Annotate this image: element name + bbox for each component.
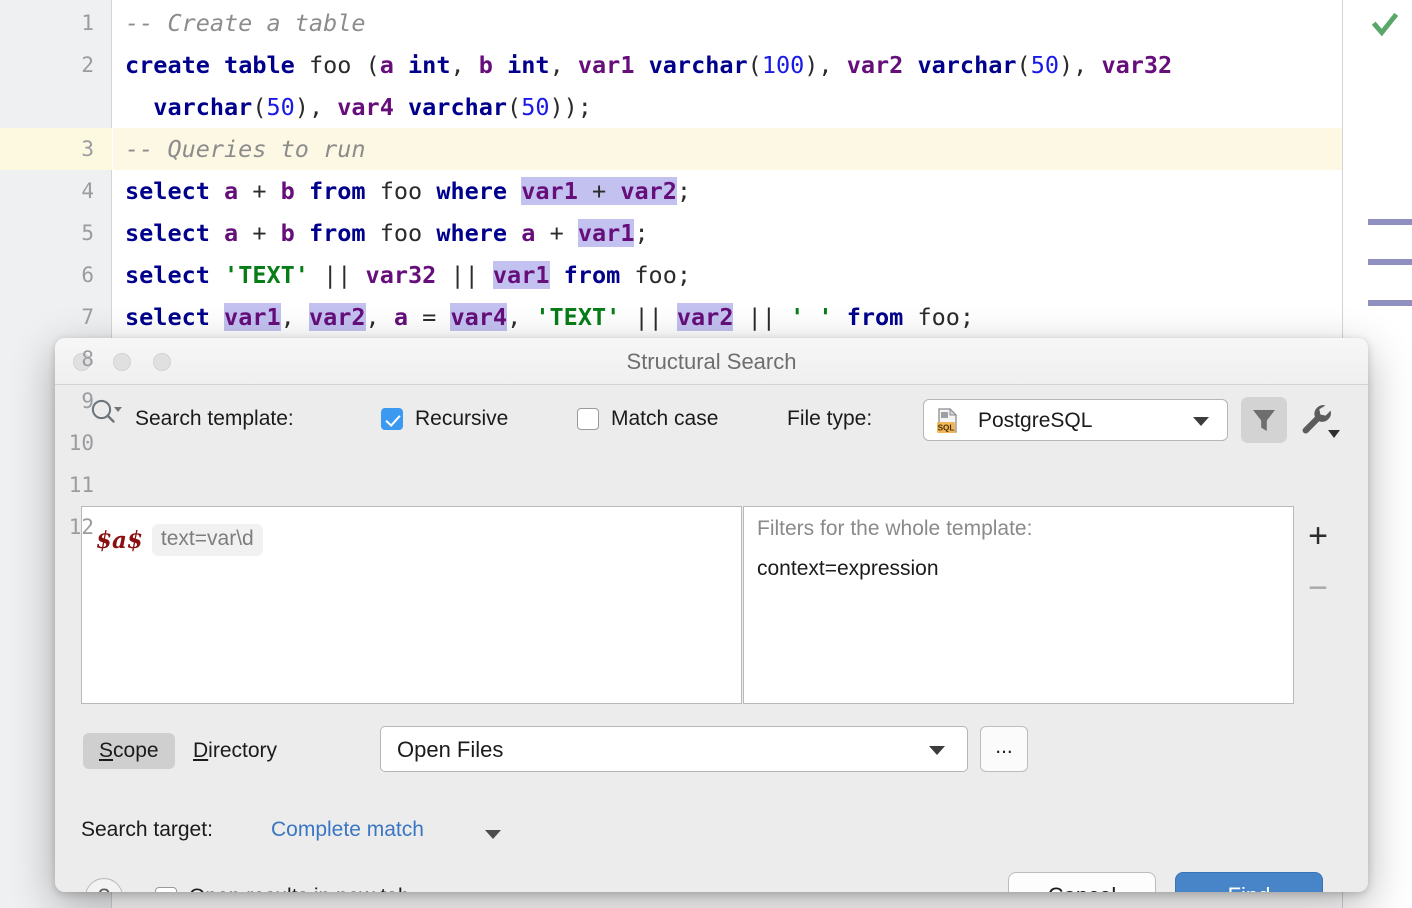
line-number: 3 xyxy=(14,128,94,170)
line-number: 11 xyxy=(14,464,94,506)
tab-scope-label: cope xyxy=(113,739,159,762)
code-line-7: select var1, var2, a = var4, 'TEXT' || v… xyxy=(125,296,974,338)
code-line-2: create table foo (a int, b int, var1 var… xyxy=(125,44,1172,86)
open-in-new-tab-checkbox[interactable] xyxy=(155,887,177,892)
line-number: 10 xyxy=(14,422,94,464)
dialog-titlebar[interactable]: Structural Search xyxy=(55,338,1368,385)
line-number: 8 xyxy=(14,338,94,380)
code-line-3: -- Queries to run xyxy=(125,128,366,170)
line-number: 2 xyxy=(14,44,94,86)
code-line-2-wrap: varchar(50), var4 varchar(50)); xyxy=(125,86,592,128)
scope-value: Open Files xyxy=(397,727,503,773)
template-line: $a$ text=var\d xyxy=(96,521,263,559)
cancel-button[interactable]: Cancel xyxy=(1008,872,1156,892)
wrench-icon xyxy=(1295,397,1343,443)
file-type-dropdown[interactable]: SQL PostgreSQL xyxy=(923,399,1228,441)
code-line-1: -- Create a table xyxy=(125,2,366,44)
search-target-value[interactable]: Complete match xyxy=(271,818,424,842)
line-number: 7 xyxy=(14,296,94,338)
file-type-label: File type: xyxy=(787,385,872,453)
tools-button[interactable] xyxy=(1295,397,1343,443)
template-constraint-badge[interactable]: text=var\d xyxy=(152,524,263,556)
line-number: 9 xyxy=(14,380,94,422)
code-line-4: select a + b from foo where var1 + var2; xyxy=(125,170,691,212)
occurrence-marker[interactable] xyxy=(1368,259,1412,265)
chevron-down-icon xyxy=(929,746,945,755)
code-line-6: select 'TEXT' || var32 || var1 from foo; xyxy=(125,254,691,296)
line-numbers: 1 2 3 4 5 6 7 8 9 10 11 12 xyxy=(0,0,112,908)
line-number: 4 xyxy=(14,170,94,212)
dialog-title: Structural Search xyxy=(55,338,1368,385)
structural-search-dialog: Structural Search Search template: Recur… xyxy=(55,338,1368,892)
chevron-down-icon[interactable] xyxy=(485,830,501,839)
template-filters-panel[interactable]: Filters for the whole template: context=… xyxy=(743,506,1294,704)
browse-scope-button[interactable]: ... xyxy=(980,726,1028,772)
filters-panel-header: Filters for the whole template: xyxy=(757,517,1032,541)
file-type-value: PostgreSQL xyxy=(978,400,1092,442)
search-template-label: Search template: xyxy=(135,385,294,453)
add-filter-button[interactable]: + xyxy=(1294,510,1342,562)
search-template-editor[interactable]: $a$ text=var\d xyxy=(81,506,742,704)
line-number: 12 xyxy=(14,506,94,548)
svg-text:SQL: SQL xyxy=(938,424,955,433)
filters-side-buttons: + − xyxy=(1294,506,1342,704)
tab-directory-mnemonic: D xyxy=(193,739,208,762)
sql-file-icon: SQL xyxy=(935,408,961,434)
scope-dropdown[interactable]: Open Files xyxy=(380,726,968,772)
tab-directory[interactable]: Directory xyxy=(193,733,277,769)
occurrence-marker[interactable] xyxy=(1368,219,1412,225)
remove-filter-button[interactable]: − xyxy=(1294,562,1342,614)
chevron-down-icon xyxy=(1193,417,1209,426)
occurrence-marker[interactable] xyxy=(1368,300,1412,306)
filters-panel-value[interactable]: context=expression xyxy=(757,557,939,581)
filter-toggle-button[interactable] xyxy=(1241,397,1287,443)
search-template-toolbar: Search template: Recursive Match case Fi… xyxy=(55,385,1368,453)
line-number: 1 xyxy=(14,2,94,44)
recursive-checkbox[interactable] xyxy=(381,408,403,430)
recursive-label[interactable]: Recursive xyxy=(415,385,508,453)
dialog-body: Search template: Recursive Match case Fi… xyxy=(55,385,1368,892)
match-case-checkbox[interactable] xyxy=(577,408,599,430)
line-number: 6 xyxy=(14,254,94,296)
line-number: 5 xyxy=(14,212,94,254)
find-button[interactable]: Find xyxy=(1175,872,1323,892)
code-line-5: select a + b from foo where a + var1; xyxy=(125,212,649,254)
tab-directory-label: irectory xyxy=(208,739,277,762)
match-case-label[interactable]: Match case xyxy=(611,385,718,453)
funnel-filter-icon xyxy=(1241,397,1287,443)
green-check-icon xyxy=(1372,12,1398,38)
open-in-new-tab-label[interactable]: Open results in new tab xyxy=(189,879,410,892)
